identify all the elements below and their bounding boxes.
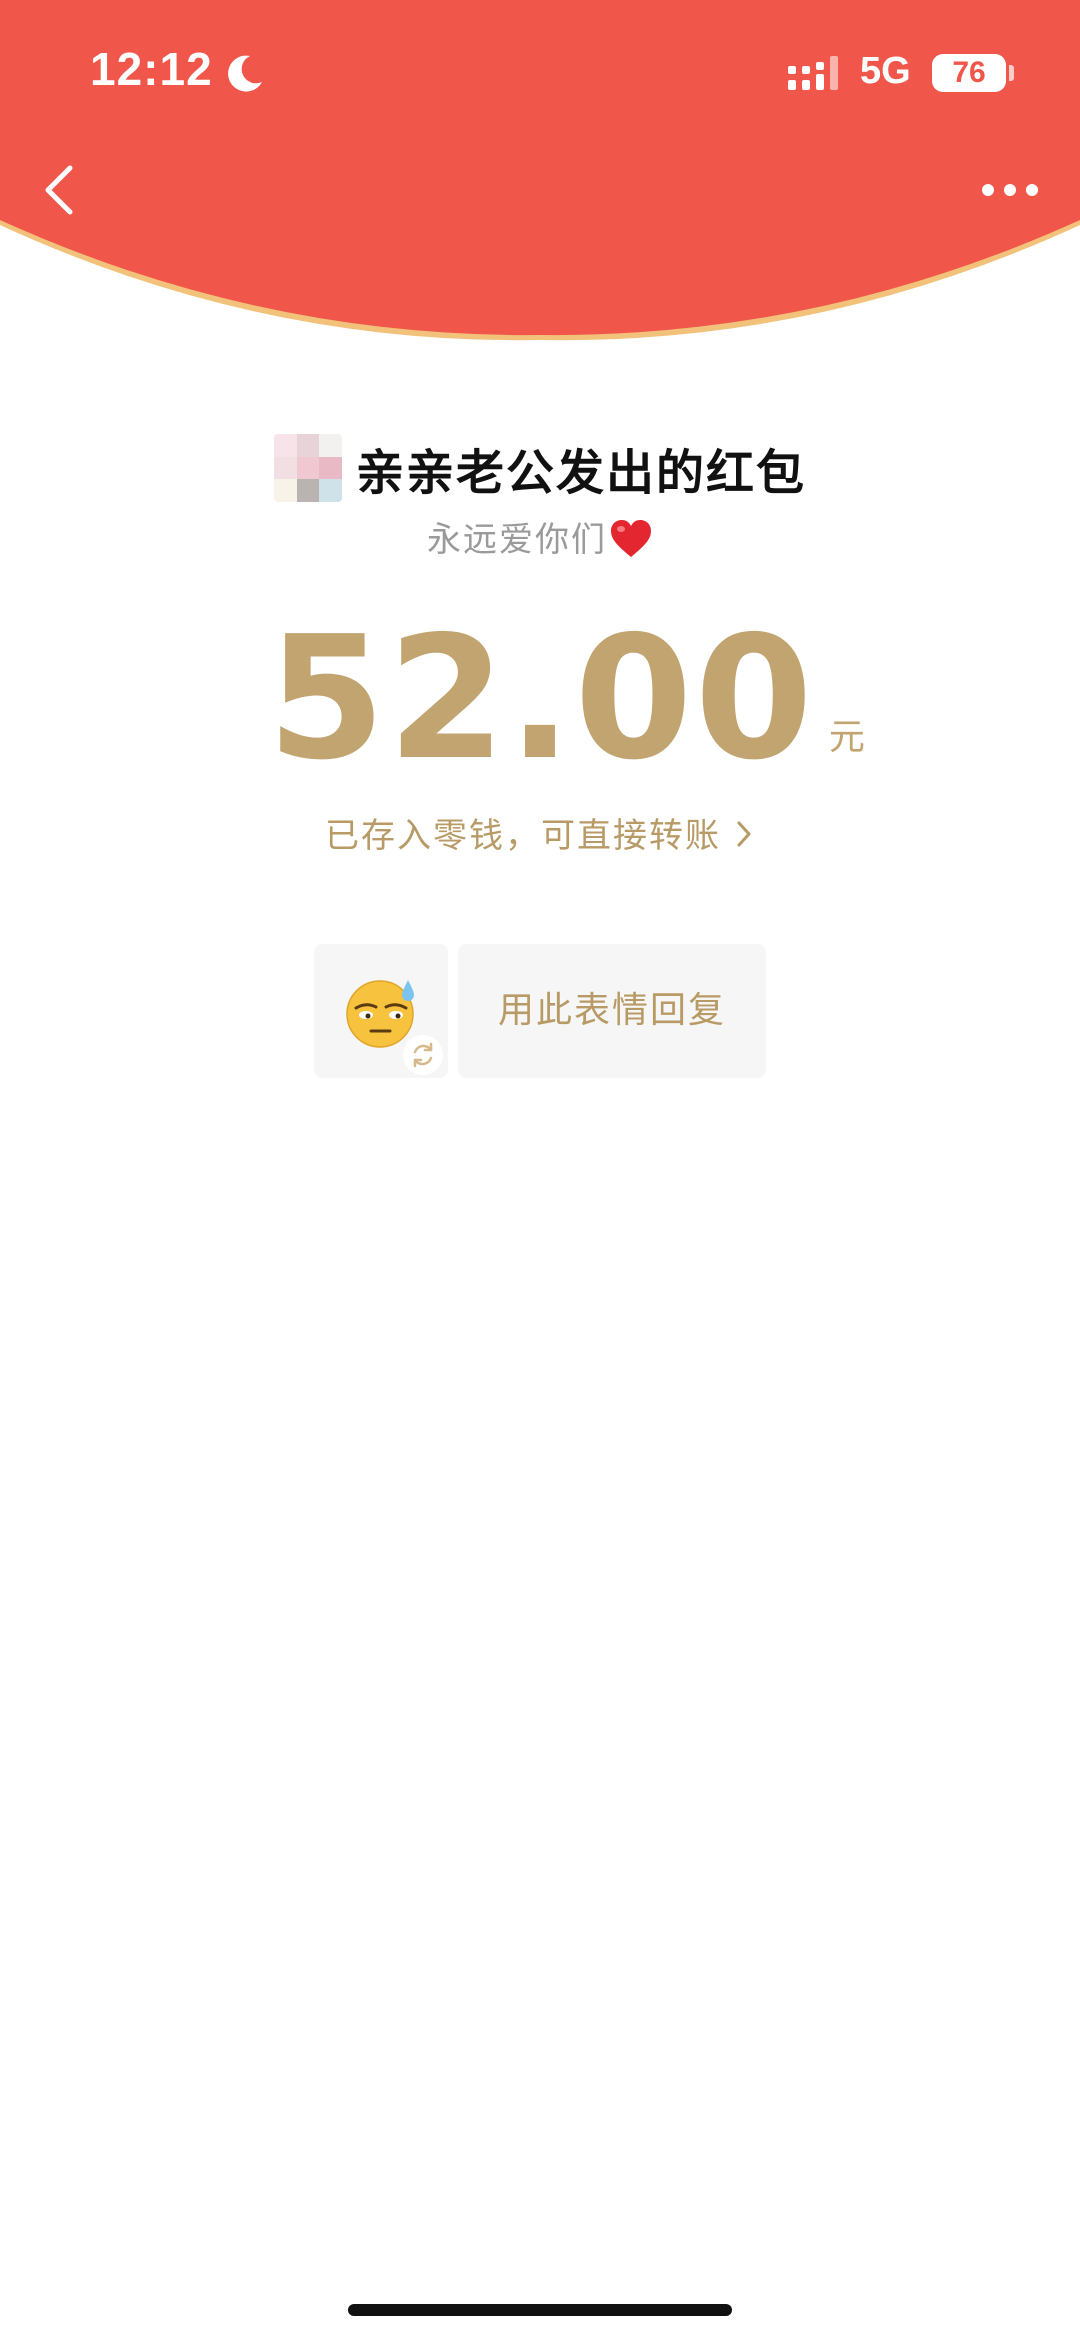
chevron-right-icon xyxy=(737,821,751,847)
sticker-card[interactable] xyxy=(314,944,448,1078)
battery-tip xyxy=(1009,65,1014,81)
blessing-message: 永远爱你们 xyxy=(0,512,1080,561)
network-label: 5G xyxy=(860,50,911,92)
signal-icon xyxy=(788,56,838,90)
amount-value: 52.00 xyxy=(267,600,815,798)
amount-row: 52.00 元 xyxy=(0,614,1080,784)
heart-icon xyxy=(611,520,651,557)
more-dots-icon xyxy=(982,184,1038,196)
deposit-link[interactable]: 已存入零钱，可直接转账 xyxy=(0,808,1080,857)
reply-with-sticker-button[interactable]: 用此表情回复 xyxy=(458,944,766,1078)
amount-unit: 元 xyxy=(828,717,865,758)
refresh-icon[interactable] xyxy=(402,1034,444,1076)
chevron-left-icon xyxy=(45,165,73,215)
sender-title: 亲亲老公发出的红包 xyxy=(355,445,806,501)
back-button[interactable] xyxy=(38,160,82,220)
moon-icon xyxy=(228,55,262,92)
more-button[interactable] xyxy=(970,166,1050,214)
home-indicator xyxy=(348,2304,732,2316)
blessing-text: 永远爱你们 xyxy=(427,520,607,560)
avatar[interactable] xyxy=(273,434,342,502)
status-time: 12:12 xyxy=(90,43,213,95)
deposit-text: 已存入零钱，可直接转账 xyxy=(325,816,721,856)
battery-indicator: 76 xyxy=(932,54,1006,92)
status-bar: 12:12 5G 76 xyxy=(0,0,1080,140)
sender-row: 亲亲老公发出的红包 xyxy=(0,428,1080,508)
